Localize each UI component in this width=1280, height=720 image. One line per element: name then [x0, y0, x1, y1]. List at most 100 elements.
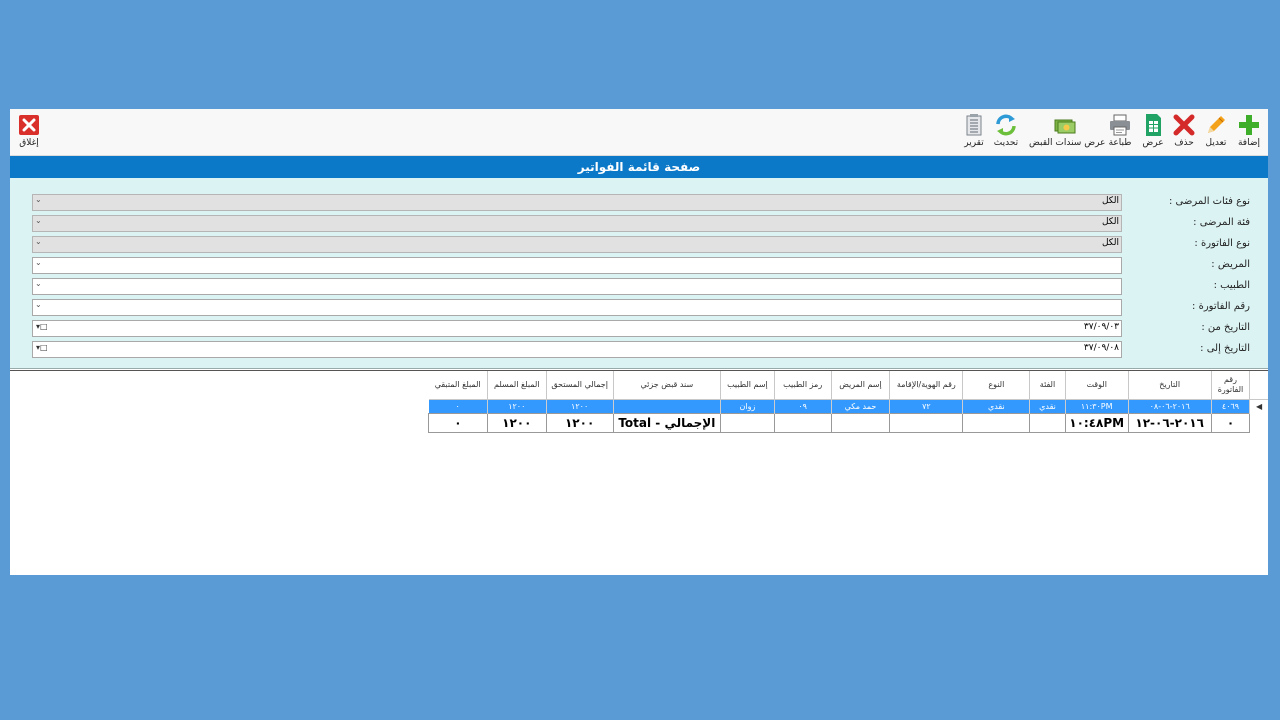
select-value: الكل — [1101, 217, 1119, 227]
column-header[interactable]: الفئة — [1029, 371, 1066, 400]
total-cell: ١٢٠٠ — [545, 413, 614, 433]
total-cell: ١٢٠٠ — [486, 413, 547, 433]
column-header[interactable]: النوع — [962, 371, 1031, 400]
date-value: ٣٧/٠٩/٠٣ — [1083, 322, 1119, 332]
invoice-list-window: إغلاق إضافة تعديل حذف عرض طباعة عرض سندا… — [10, 109, 1268, 575]
date-from-picker[interactable]: ٣٧/٠٩/٠٣ ▾□ — [32, 320, 1122, 337]
filter-label: التاريخ إلى : — [1200, 343, 1250, 354]
total-cell — [773, 413, 832, 433]
chevron-down-icon: ⌄ — [35, 300, 42, 309]
refresh-button[interactable]: تحديث — [993, 113, 1019, 149]
filter-label: المريض : — [1211, 259, 1250, 270]
chevron-down-icon: ⌄ — [35, 279, 42, 288]
filter-label: الطبيب : — [1213, 280, 1250, 291]
patient-category-select[interactable]: الكل ⌄ — [32, 215, 1122, 232]
view-label: عرض — [1142, 138, 1164, 148]
table-cell: ٤٠٦٩ — [1211, 399, 1251, 414]
column-header[interactable]: إجمالي المستحق — [546, 371, 614, 400]
invoice-type-select[interactable]: الكل ⌄ — [32, 236, 1122, 253]
filter-date-to: التاريخ إلى : ٣٧/٠٩/٠٨ ▾□ — [10, 341, 1268, 358]
close-label: إغلاق — [19, 138, 39, 148]
filter-label: نوع فئات المرضى : — [1168, 196, 1250, 207]
plus-icon — [1239, 115, 1259, 135]
table-cell: ١١:٣٠PM — [1065, 399, 1129, 414]
delete-button[interactable]: حذف — [1171, 113, 1197, 149]
column-header[interactable]: المبلغ المسلم — [487, 371, 547, 400]
chevron-down-icon: ⌄ — [35, 258, 42, 267]
invoice-table: رقم الفاتورة التاريخ الوقت الفئة النوع ر… — [428, 371, 1268, 433]
table-row[interactable]: ◀ ٤٠٦٩ ٢٠١٦-٠٦-٠٨ ١١:٣٠PM نقدي نقدي ٧٢ ح… — [428, 399, 1268, 414]
total-cell — [962, 413, 1031, 433]
filter-invoice-number: رقم الفاتورة : ⌄ — [10, 299, 1268, 316]
chevron-down-icon: ⌄ — [35, 216, 42, 225]
patient-category-type-select[interactable]: الكل ⌄ — [32, 194, 1122, 211]
table-cell: نقدي — [962, 399, 1031, 414]
total-cell — [720, 413, 775, 433]
receipts-button[interactable]: عرض سندات القبض — [1029, 113, 1105, 149]
close-button[interactable]: إغلاق — [16, 113, 42, 149]
filter-patient: المريض : ⌄ — [10, 257, 1268, 274]
refresh-label: تحديث — [993, 138, 1019, 148]
filter-label: التاريخ من : — [1201, 322, 1250, 333]
column-header[interactable]: المبلغ المتبقي — [428, 371, 488, 400]
table-cell: ٢٠١٦-٠٦-٠٨ — [1128, 399, 1212, 414]
table-cell: ١٢٠٠ — [546, 399, 614, 414]
filter-panel: نوع فئات المرضى : الكل ⌄ فئة المرضى : ال… — [10, 178, 1268, 369]
column-header[interactable]: إسم الطبيب — [720, 371, 775, 400]
print-button[interactable]: طباعة — [1107, 113, 1133, 149]
filter-label: نوع الفاتورة : — [1194, 238, 1250, 249]
page-title: صفحة قائمة الفواتير — [10, 156, 1268, 178]
add-button[interactable]: إضافة — [1236, 113, 1262, 149]
calendar-dropdown-icon[interactable]: ▾□ — [36, 343, 48, 352]
column-header[interactable]: رمز الطبيب — [774, 371, 832, 400]
cash-icon — [1054, 119, 1076, 134]
toolbar: إغلاق إضافة تعديل حذف عرض طباعة عرض سندا… — [10, 109, 1268, 156]
column-header[interactable]: رقم الهوية/الإقامة — [889, 371, 964, 400]
close-icon — [19, 115, 39, 135]
table-cell: حمد مكي — [831, 399, 891, 414]
invoice-number-select[interactable]: ⌄ — [32, 299, 1122, 316]
print-label: طباعة — [1108, 138, 1132, 148]
printer-icon — [1110, 114, 1130, 136]
filter-patient-category-type: نوع فئات المرضى : الكل ⌄ — [10, 194, 1268, 211]
table-cell — [613, 399, 722, 414]
calendar-dropdown-icon[interactable]: ▾□ — [36, 322, 48, 331]
refresh-icon — [996, 114, 1016, 136]
column-header[interactable]: التاريخ — [1128, 371, 1212, 400]
patient-select[interactable]: ⌄ — [32, 257, 1122, 274]
totals-row: ٠ ٢٠١٦-٠٦-١٢ ١٠:٤٨PM الإجمالي - Total ١٢… — [428, 413, 1269, 433]
report-button[interactable]: تقرير — [961, 113, 987, 149]
edit-button[interactable]: تعديل — [1203, 113, 1229, 149]
row-header-cell — [1250, 414, 1268, 433]
date-to-picker[interactable]: ٣٧/٠٩/٠٨ ▾□ — [32, 341, 1122, 358]
invoice-grid: رقم الفاتورة التاريخ الوقت الفئة النوع ر… — [10, 370, 1268, 575]
date-value: ٣٧/٠٩/٠٨ — [1083, 343, 1119, 353]
doctor-select[interactable]: ⌄ — [32, 278, 1122, 295]
table-cell: ٠ — [428, 399, 488, 414]
column-header[interactable]: إسم المريض — [831, 371, 891, 400]
total-cell: ٠ — [428, 413, 488, 433]
table-cell: نقدي — [1029, 399, 1066, 414]
filter-invoice-type: نوع الفاتورة : الكل ⌄ — [10, 236, 1268, 253]
table-cell: ٠٩ — [774, 399, 832, 414]
chevron-down-icon: ⌄ — [35, 237, 42, 246]
filter-date-from: التاريخ من : ٣٧/٠٩/٠٣ ▾□ — [10, 320, 1268, 337]
total-cell — [1029, 413, 1066, 433]
select-value: الكل — [1101, 238, 1119, 248]
filter-doctor: الطبيب : ⌄ — [10, 278, 1268, 295]
report-icon — [966, 114, 982, 136]
delete-label: حذف — [1174, 138, 1194, 148]
total-label: الإجمالي - Total — [612, 413, 722, 433]
table-cell: ١٢٠٠ — [487, 399, 547, 414]
column-header[interactable]: سند قبض جزئي — [613, 371, 722, 400]
table-header-row: رقم الفاتورة التاريخ الوقت الفئة النوع ر… — [428, 371, 1268, 400]
view-button[interactable]: عرض — [1140, 113, 1166, 149]
total-cell: ١٠:٤٨PM — [1064, 413, 1129, 433]
add-label: إضافة — [1237, 138, 1260, 148]
row-header-cell — [1249, 371, 1268, 400]
delete-x-icon — [1173, 114, 1195, 136]
column-header[interactable]: الوقت — [1065, 371, 1129, 400]
column-header[interactable]: رقم الفاتورة — [1211, 371, 1251, 400]
total-cell: ٢٠١٦-٠٦-١٢ — [1127, 413, 1212, 433]
spreadsheet-icon — [1146, 114, 1161, 136]
